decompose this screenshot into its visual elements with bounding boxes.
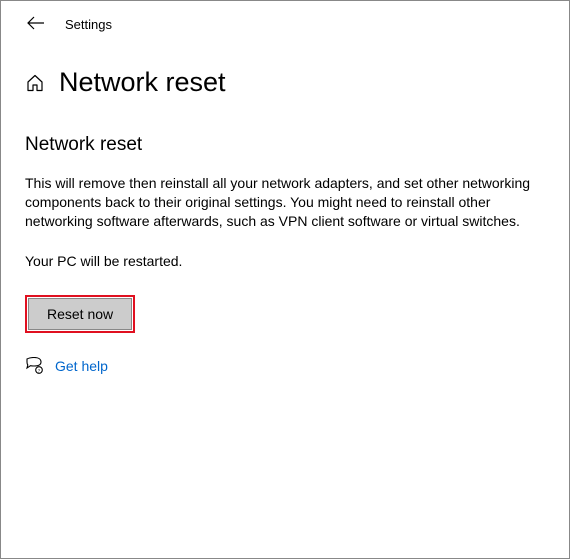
description-text: This will remove then reinstall all your… [25,174,535,231]
help-row: ? Get help [25,357,545,375]
back-arrow-icon[interactable] [27,15,45,33]
reset-now-button[interactable]: Reset now [28,298,132,330]
title-row: Network reset [1,43,569,106]
restart-note: Your PC will be restarted. [25,253,545,269]
page-title: Network reset [59,67,226,98]
reset-button-highlight: Reset now [25,295,135,333]
get-help-link[interactable]: Get help [55,358,108,374]
get-help-icon: ? [25,357,43,375]
header: Settings [1,1,569,43]
app-title: Settings [65,17,112,32]
home-icon[interactable] [25,73,45,93]
section-heading: Network reset [25,134,545,156]
content-area: Network reset This will remove then rein… [1,106,569,375]
